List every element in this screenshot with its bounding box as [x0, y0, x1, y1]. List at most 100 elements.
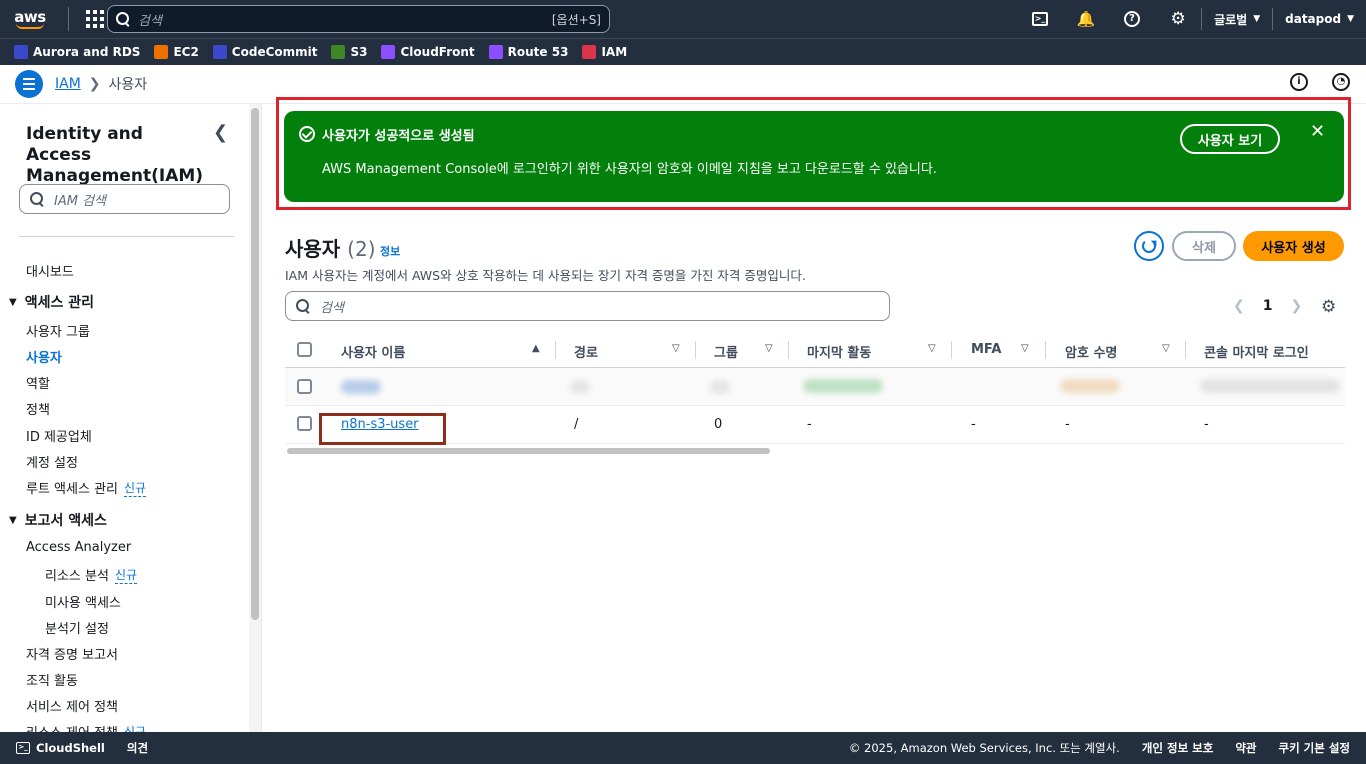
region-label: 글로벌 — [1214, 12, 1248, 27]
favorite-iam[interactable]: IAM — [582, 45, 627, 59]
prev-page-icon[interactable]: ❮ — [1233, 298, 1245, 314]
sidebar-search-input[interactable]: IAM 검색 — [19, 184, 230, 214]
sidebar-item-label: 조직 활동 — [26, 674, 78, 689]
cloudshell-icon: >_ — [16, 742, 30, 754]
sidebar-item-resource-analysis[interactable]: 리소스 분석 신규 — [45, 565, 138, 584]
sidebar-item-root-access[interactable]: 루트 액세스 관리 신규 — [26, 478, 147, 497]
sidebar: Identity and Access Management(IAM) ❮ IA… — [0, 104, 262, 732]
sidebar-item-account-settings[interactable]: 계정 설정 — [26, 452, 78, 471]
select-all-checkbox[interactable] — [297, 342, 312, 357]
row-checkbox[interactable] — [297, 416, 312, 431]
row-checkbox[interactable] — [297, 379, 312, 394]
side-nav-toggle-button[interactable] — [15, 70, 43, 98]
favorite-codecommit[interactable]: CodeCommit — [212, 45, 317, 59]
next-page-icon[interactable]: ❯ — [1290, 298, 1302, 314]
sidebar-item-users[interactable]: 사용자 — [26, 347, 62, 366]
delete-button[interactable]: 삭제 — [1172, 231, 1236, 261]
sidebar-section-report-access[interactable]: ▼ 보고서 액세스 — [9, 510, 107, 530]
sidebar-item-user-groups[interactable]: 사용자 그룹 — [26, 321, 90, 340]
notifications-button[interactable]: 🔔 — [1063, 0, 1109, 38]
column-header-username[interactable]: 사용자 이름 — [341, 342, 405, 361]
cloudshell-footer-button[interactable]: >_ CloudShell — [16, 741, 105, 755]
obscured-last-activity — [803, 379, 883, 393]
feedback-link[interactable]: 의견 — [127, 740, 148, 756]
table-preferences-gear-icon[interactable]: ⚙ — [1321, 297, 1336, 317]
column-header-mfa[interactable]: MFA — [971, 342, 1001, 357]
new-badge: 신규 — [114, 567, 138, 584]
last-activity-cell: - — [807, 417, 812, 432]
user-count: (2) — [347, 237, 376, 261]
breadcrumb-iam-link[interactable]: IAM — [55, 76, 81, 92]
aws-logo[interactable]: aws — [0, 0, 60, 38]
sidebar-item-label: 자격 증명 보고서 — [26, 648, 118, 663]
sidebar-section-access-management[interactable]: ▼ 액세스 관리 — [9, 292, 94, 312]
account-menu[interactable]: datapod ▼ — [1273, 12, 1366, 26]
sidebar-item-org-activity[interactable]: 조직 활동 — [26, 670, 78, 689]
sidebar-item-scp[interactable]: 서비스 제어 정책 — [26, 696, 118, 715]
search-icon — [30, 192, 44, 206]
sidebar-item-policies[interactable]: 정책 — [26, 399, 50, 418]
sidebar-item-rcp[interactable]: 리소스 제어 정책 신규 — [26, 722, 146, 733]
current-page[interactable]: 1 — [1263, 298, 1273, 314]
view-user-button[interactable]: 사용자 보기 — [1180, 124, 1280, 154]
cloudshell-button[interactable]: >_ — [1017, 0, 1063, 38]
table-row[interactable] — [285, 368, 1345, 406]
favorite-label: CloudFront — [400, 45, 475, 59]
global-search-input[interactable]: 검색 [옵션+S] — [107, 5, 610, 33]
sort-icon[interactable]: ▽ — [765, 343, 773, 354]
sort-icon[interactable]: ▽ — [672, 343, 680, 354]
favorite-aurora-and-rds[interactable]: Aurora and RDS — [14, 45, 140, 59]
info-icon[interactable]: i — [1290, 73, 1308, 91]
refresh-button[interactable] — [1134, 231, 1164, 261]
create-user-button[interactable]: 사용자 생성 — [1243, 231, 1344, 261]
column-header-password-age[interactable]: 암호 수명 — [1065, 342, 1117, 361]
sort-icon[interactable]: ▽ — [928, 343, 936, 354]
table-horizontal-scrollbar[interactable] — [285, 448, 1345, 456]
favorite-cloudfront[interactable]: CloudFront — [381, 45, 475, 59]
scrollbar-thumb[interactable] — [287, 448, 770, 454]
sort-icon[interactable]: ▽ — [1162, 343, 1170, 354]
sidebar-item-roles[interactable]: 역할 — [26, 373, 50, 392]
sidebar-item-label: Access Analyzer — [26, 540, 132, 555]
sidebar-item-credential-report[interactable]: 자격 증명 보고서 — [26, 644, 118, 663]
sidebar-scrollbar-thumb[interactable] — [251, 108, 259, 620]
sidebar-item-label: ID 제공업체 — [26, 430, 92, 445]
column-header-groups[interactable]: 그룹 — [714, 342, 738, 361]
close-icon[interactable]: ✕ — [1310, 121, 1325, 142]
sidebar-item-identity-providers[interactable]: ID 제공업체 — [26, 426, 92, 445]
settings-button[interactable]: ⚙ — [1155, 0, 1201, 38]
cookie-preferences-link[interactable]: 쿠키 기본 설정 — [1279, 740, 1351, 756]
obscured-password-age — [1060, 379, 1120, 393]
groups-cell: 0 — [714, 417, 723, 432]
console-login-cell: - — [1204, 417, 1209, 432]
sidebar-collapse-icon[interactable]: ❮ — [213, 122, 228, 143]
terms-link[interactable]: 약관 — [1235, 740, 1256, 756]
info-link[interactable]: 정보 — [380, 243, 400, 259]
history-icon[interactable]: ◔ — [1332, 73, 1350, 91]
column-divider — [951, 341, 952, 359]
privacy-link[interactable]: 개인 정보 보호 — [1142, 740, 1214, 756]
sidebar-item-label: 사용자 그룹 — [26, 325, 90, 340]
favorite-route-53[interactable]: Route 53 — [488, 45, 568, 59]
table-search-input[interactable]: 검색 — [285, 291, 890, 321]
sidebar-item-access-analyzer[interactable]: Access Analyzer — [26, 540, 131, 555]
favorite-ec2[interactable]: EC2 — [154, 45, 199, 59]
help-button[interactable]: ? — [1109, 0, 1155, 38]
mfa-cell: - — [971, 417, 976, 432]
column-header-console-last-login[interactable]: 콘솔 마지막 로그인 — [1204, 342, 1309, 361]
favorite-s3[interactable]: S3 — [331, 45, 367, 59]
column-header-path[interactable]: 경로 — [574, 342, 598, 361]
sidebar-item-analyzer-settings[interactable]: 분석기 설정 — [45, 618, 109, 637]
sidebar-item-label: 사용자 — [26, 351, 62, 366]
column-divider — [1185, 341, 1186, 359]
caret-down-icon: ▼ — [1253, 14, 1261, 24]
services-grid-icon[interactable] — [83, 7, 107, 31]
sidebar-item-unused-access[interactable]: 미사용 액세스 — [45, 592, 121, 611]
region-selector[interactable]: 글로벌 ▼ — [1202, 11, 1272, 28]
column-header-last-activity[interactable]: 마지막 활동 — [807, 342, 871, 361]
caret-down-icon: ▼ — [9, 514, 17, 526]
sort-icon[interactable]: ▽ — [1021, 343, 1029, 354]
sidebar-item-dashboard[interactable]: 대시보드 — [26, 261, 74, 280]
copyright: © 2025, Amazon Web Services, Inc. 또는 계열사… — [848, 741, 1120, 755]
sort-ascending-icon[interactable]: ▲ — [532, 343, 540, 354]
